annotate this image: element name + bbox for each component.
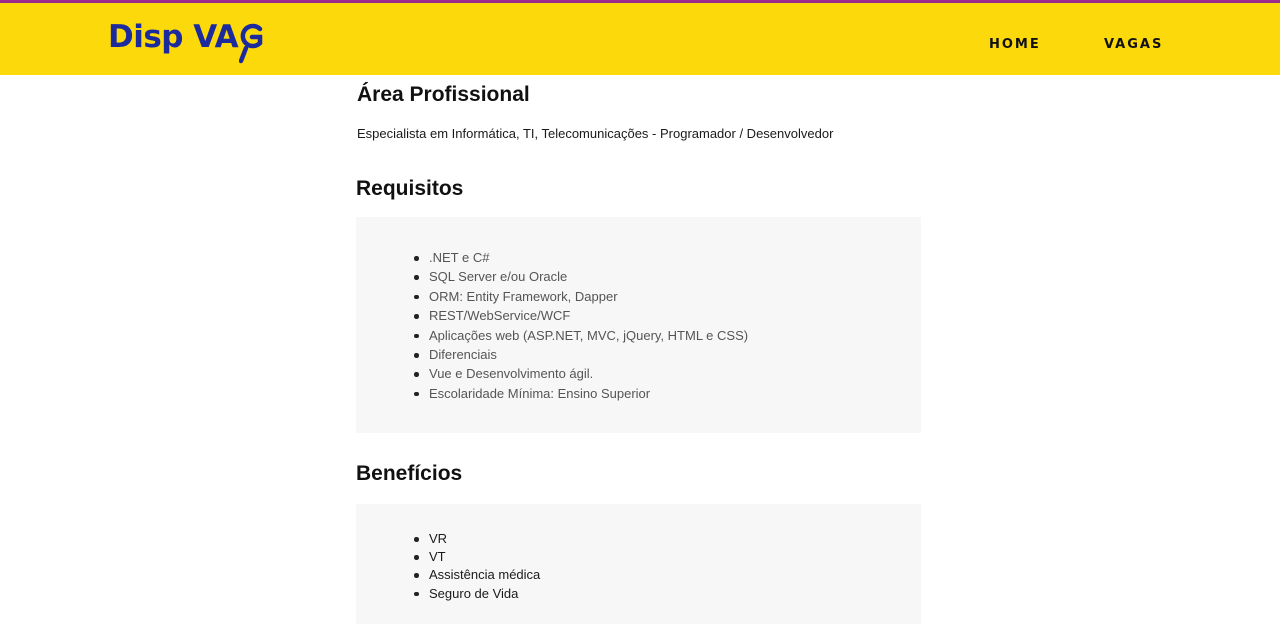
site-logo[interactable]: Disp VA: [108, 19, 263, 64]
requisitos-box: .NET e C# SQL Server e/ou Oracle ORM: En…: [356, 217, 921, 433]
requisitos-title: Requisitos: [356, 177, 464, 200]
list-item: Escolaridade Mínima: Ensino Superior: [414, 384, 748, 403]
list-item: Diferenciais: [414, 345, 748, 364]
bullet-icon: [414, 333, 419, 339]
bullet-icon: [414, 314, 419, 319]
bullet-icon: [414, 537, 419, 542]
area-description: Especialista em Informática, TI, Telecom…: [357, 126, 834, 141]
nav-home[interactable]: HOME: [989, 37, 1041, 57]
bullet-icon: [414, 372, 419, 377]
bullet-icon: [414, 391, 419, 397]
magnifier-g-icon: [239, 19, 263, 64]
list-item: Aplicações web (ASP.NET, MVC, jQuery, HT…: [414, 326, 748, 345]
list-item: Seguro de Vida: [414, 585, 540, 603]
list-item: Vue e Desenvolvimento ágil.: [414, 364, 748, 383]
site-header: Disp VA HOME VAGAS: [0, 3, 1280, 75]
beneficios-list: VR VT Assistência médica Seguro de Vida: [414, 530, 540, 603]
bullet-icon: [414, 294, 419, 300]
list-item: VT: [414, 548, 540, 566]
logo-text: Disp VA: [108, 19, 239, 55]
list-item: VR: [414, 530, 540, 548]
beneficios-box: VR VT Assistência médica Seguro de Vida: [356, 504, 921, 624]
bullet-icon: [414, 573, 419, 578]
beneficios-title: Benefícios: [356, 462, 463, 485]
list-item: SQL Server e/ou Oracle: [414, 267, 748, 286]
bullet-icon: [414, 353, 419, 358]
list-item: REST/WebService/WCF: [414, 306, 748, 325]
bullet-icon: [414, 591, 419, 597]
requisitos-list: .NET e C# SQL Server e/ou Oracle ORM: En…: [414, 248, 748, 403]
list-item: ORM: Entity Framework, Dapper: [414, 287, 748, 306]
nav-vagas[interactable]: VAGAS: [1104, 37, 1163, 57]
bullet-icon: [414, 275, 419, 280]
area-title: Área Profissional: [357, 83, 530, 106]
list-item: .NET e C#: [414, 248, 748, 267]
bullet-icon: [414, 256, 419, 261]
bullet-icon: [414, 555, 419, 560]
list-item: Assistência médica: [414, 566, 540, 584]
